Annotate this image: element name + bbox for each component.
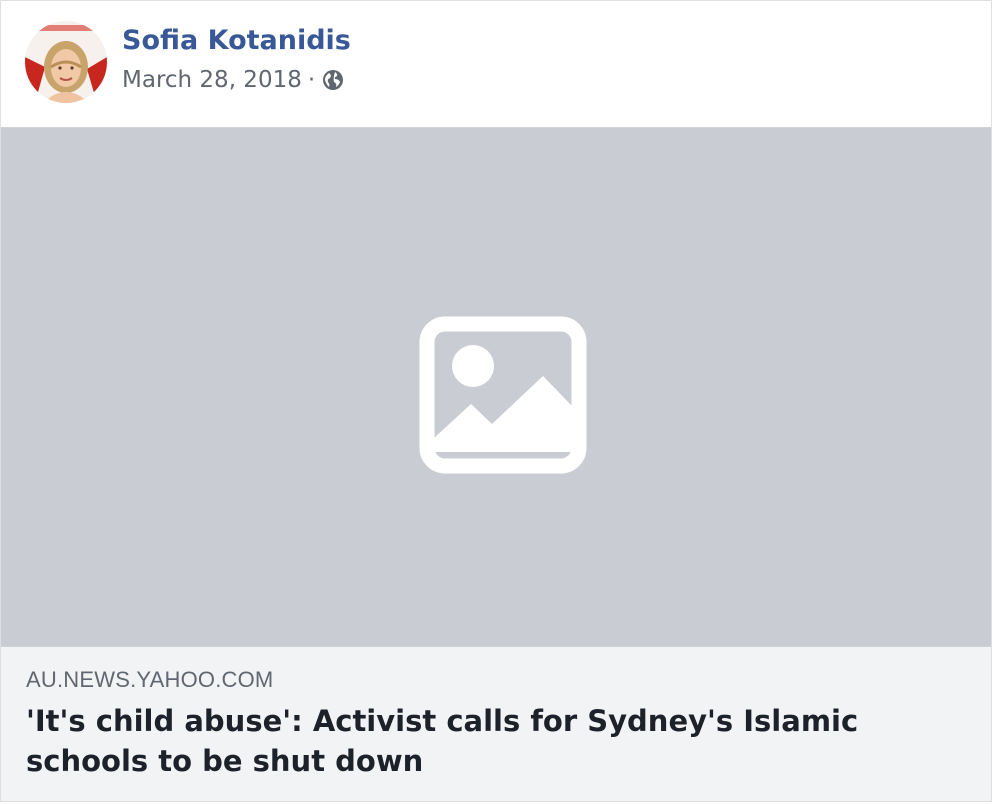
post-card: Sofia Kotanidis March 28, 2018 · AU.NEWS…	[0, 0, 992, 802]
post-date[interactable]: March 28, 2018	[122, 67, 302, 93]
post-header: Sofia Kotanidis March 28, 2018 ·	[1, 1, 991, 127]
link-domain: AU.NEWS.YAHOO.COM	[26, 667, 274, 692]
avatar[interactable]	[25, 21, 107, 103]
author-name[interactable]: Sofia Kotanidis	[122, 25, 351, 56]
link-preview[interactable]: AU.NEWS.YAHOO.COM 'It's child abuse': Ac…	[1, 127, 991, 801]
link-info[interactable]: AU.NEWS.YAHOO.COM 'It's child abuse': Ac…	[1, 647, 991, 801]
globe-icon[interactable]	[321, 68, 345, 92]
image-placeholder-icon	[419, 316, 587, 474]
meta-separator: ·	[307, 67, 316, 93]
link-image[interactable]	[1, 127, 991, 647]
link-title[interactable]: 'It's child abuse': Activist calls for S…	[26, 701, 966, 781]
profile-photo-icon	[25, 21, 107, 103]
post-meta: March 28, 2018 ·	[122, 67, 345, 93]
